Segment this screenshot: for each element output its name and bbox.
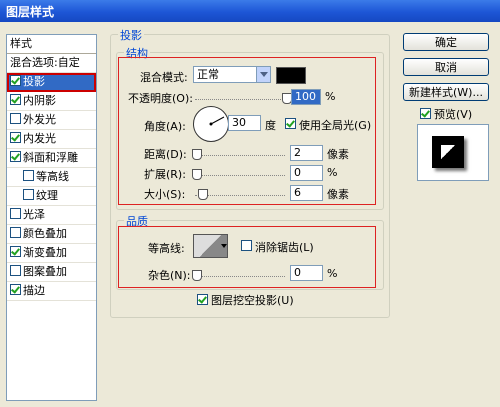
style-item-checkbox[interactable]	[10, 208, 21, 219]
style-item[interactable]: 混合选项:自定	[7, 54, 96, 73]
window-title: 图层样式	[6, 5, 55, 19]
size-label: 大小(S):	[144, 188, 186, 201]
opacity-slider-track[interactable]	[195, 99, 285, 101]
size-slider-track[interactable]	[195, 195, 285, 197]
title-bar: 图层样式	[0, 0, 500, 22]
angle-dial[interactable]	[193, 106, 229, 142]
style-item[interactable]: 内阴影	[7, 92, 96, 111]
ok-button[interactable]: 确定	[403, 33, 489, 51]
blend-mode-value: 正常	[197, 68, 219, 81]
size-unit: 像素	[327, 188, 349, 201]
spread-slider-track[interactable]	[195, 175, 285, 177]
style-item[interactable]: 内发光	[7, 130, 96, 149]
style-item-label: 颜色叠加	[23, 227, 67, 240]
style-preview	[417, 124, 489, 181]
anti-alias-checkbox[interactable]	[241, 240, 252, 251]
distance-input[interactable]: 2	[290, 145, 323, 161]
noise-unit: %	[327, 267, 338, 280]
style-item-label: 纹理	[36, 189, 58, 202]
style-item-label: 光泽	[23, 208, 45, 221]
style-item-checkbox[interactable]	[10, 113, 21, 124]
blend-mode-label: 混合模式:	[140, 71, 188, 84]
contour-label: 等高线:	[148, 242, 185, 255]
spread-label: 扩展(R):	[144, 168, 186, 181]
chevron-down-icon[interactable]	[220, 236, 229, 256]
spread-unit: %	[327, 166, 338, 179]
anti-alias-label: 消除锯齿(L)	[255, 241, 314, 254]
cancel-button[interactable]: 取消	[403, 58, 489, 76]
style-item-label: 混合选项:自定	[10, 56, 80, 69]
style-item[interactable]: 等高线	[7, 168, 96, 187]
style-item[interactable]: 渐变叠加	[7, 244, 96, 263]
styles-list: 样式 混合选项:自定投影内阴影外发光内发光斜面和浮雕等高线纹理光泽颜色叠加渐变叠…	[6, 34, 97, 401]
noise-input[interactable]: 0	[290, 265, 323, 281]
distance-slider-thumb[interactable]	[192, 149, 202, 160]
style-item-checkbox[interactable]	[23, 170, 34, 181]
opacity-unit: %	[325, 90, 336, 103]
drop-shadow-title: 投影	[118, 27, 144, 43]
style-item[interactable]: 外发光	[7, 111, 96, 130]
style-item-checkbox[interactable]	[10, 75, 21, 86]
style-item[interactable]: 斜面和浮雕	[7, 149, 96, 168]
style-item-label: 描边	[23, 284, 45, 297]
style-item-label: 投影	[23, 75, 45, 88]
distance-slider-track[interactable]	[195, 155, 285, 157]
style-item-label: 图案叠加	[23, 265, 67, 278]
style-item-checkbox[interactable]	[10, 151, 21, 162]
size-slider-thumb[interactable]	[198, 189, 208, 200]
style-item-checkbox[interactable]	[10, 132, 21, 143]
size-input[interactable]: 6	[290, 185, 323, 201]
opacity-input[interactable]: 100	[291, 89, 321, 105]
angle-input[interactable]: 30	[228, 115, 261, 131]
style-item-checkbox[interactable]	[10, 94, 21, 105]
layer-style-dialog: 图层样式 样式 混合选项:自定 投影 内阴影 外发光 内发光 斜面和浮雕 等高线 纹理 光泽 颜色…	[0, 0, 500, 407]
knockout-label: 图层挖空投影(U)	[211, 294, 294, 307]
new-style-button[interactable]: 新建样式(W)...	[403, 83, 489, 101]
angle-unit: 度	[265, 119, 276, 132]
style-item-label: 渐变叠加	[23, 246, 67, 259]
style-item-checkbox[interactable]	[23, 189, 34, 200]
style-item-label: 外发光	[23, 113, 56, 126]
styles-header: 样式	[7, 35, 96, 54]
angle-label: 角度(A):	[144, 120, 186, 133]
styles-items: 混合选项:自定投影内阴影外发光内发光斜面和浮雕等高线纹理光泽颜色叠加渐变叠加图案…	[7, 54, 96, 301]
style-item-label: 斜面和浮雕	[23, 151, 78, 164]
global-light-checkbox[interactable]	[285, 118, 296, 129]
knockout-checkbox[interactable]	[197, 294, 208, 305]
blend-mode-select[interactable]: 正常	[193, 66, 271, 83]
style-item-label: 内阴影	[23, 94, 56, 107]
spread-input[interactable]: 0	[290, 165, 323, 181]
preview-thumbnail	[432, 136, 464, 168]
style-item-checkbox[interactable]	[10, 284, 21, 295]
shadow-color-swatch[interactable]	[276, 67, 306, 84]
global-light-label: 使用全局光(G)	[299, 119, 372, 132]
noise-slider-thumb[interactable]	[192, 270, 202, 281]
style-item[interactable]: 描边	[7, 282, 96, 301]
angle-dial-needle	[209, 116, 225, 126]
spread-slider-thumb[interactable]	[192, 169, 202, 180]
preview-checkbox[interactable]	[420, 108, 431, 119]
noise-label: 杂色(N):	[148, 269, 191, 282]
style-item-checkbox[interactable]	[10, 265, 21, 276]
style-item[interactable]: 光泽	[7, 206, 96, 225]
style-item[interactable]: 图案叠加	[7, 263, 96, 282]
distance-unit: 像素	[327, 148, 349, 161]
style-item-checkbox[interactable]	[10, 246, 21, 257]
style-item[interactable]: 投影	[7, 73, 96, 92]
preview-label: 预览(V)	[434, 108, 473, 121]
chevron-down-icon[interactable]	[256, 67, 270, 82]
style-item[interactable]: 纹理	[7, 187, 96, 206]
opacity-label: 不透明度(O):	[128, 92, 193, 105]
distance-label: 距离(D):	[144, 148, 187, 161]
noise-slider-track[interactable]	[195, 276, 285, 278]
style-item[interactable]: 颜色叠加	[7, 225, 96, 244]
style-item-label: 内发光	[23, 132, 56, 145]
style-item-label: 等高线	[36, 170, 69, 183]
style-item-checkbox[interactable]	[10, 227, 21, 238]
